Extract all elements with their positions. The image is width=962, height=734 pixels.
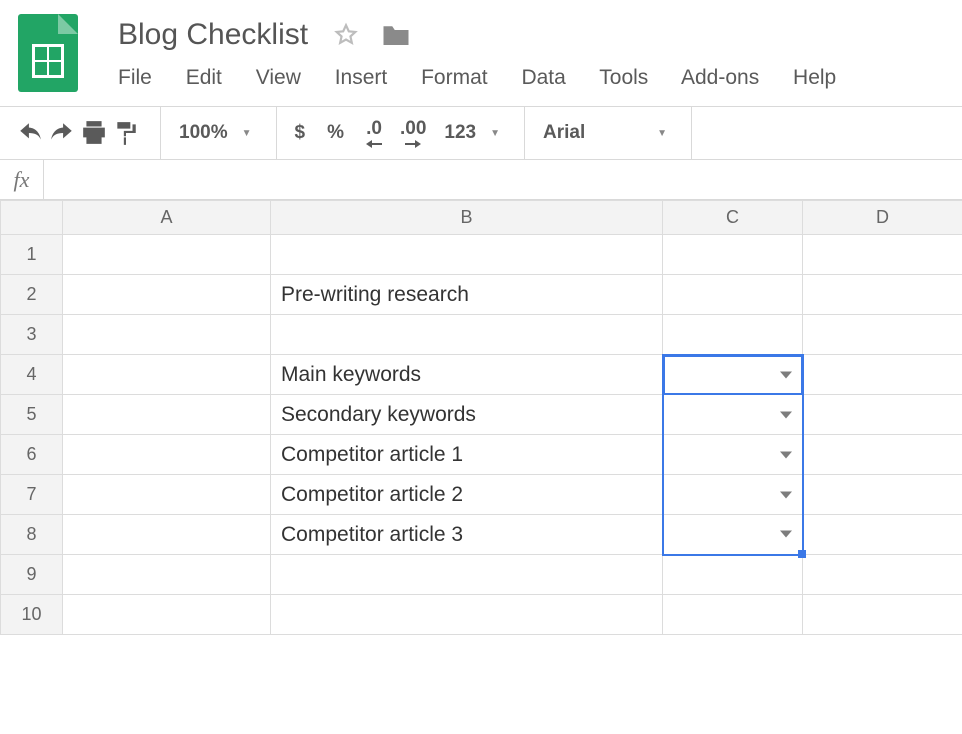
redo-icon[interactable]	[46, 117, 78, 149]
row-header-6[interactable]: 6	[1, 435, 63, 475]
document-title[interactable]: Blog Checklist	[118, 18, 308, 52]
decrease-decimal-button[interactable]: .0	[366, 118, 382, 148]
menu-help[interactable]: Help	[793, 66, 836, 89]
row-header-9[interactable]: 9	[1, 555, 63, 595]
cell-D7[interactable]	[803, 475, 962, 515]
chevron-down-icon: ▼	[490, 128, 500, 139]
dropdown-arrow-icon	[780, 491, 792, 498]
cell-C6-dropdown[interactable]	[663, 435, 803, 475]
cell-A3[interactable]	[63, 315, 271, 355]
row-header-2[interactable]: 2	[1, 275, 63, 315]
cell-B7[interactable]: Competitor article 2	[271, 475, 663, 515]
chevron-down-icon: ▼	[657, 128, 667, 139]
cell-C5-dropdown[interactable]	[663, 395, 803, 435]
number-format-button[interactable]: 123	[444, 122, 476, 144]
cell-B4[interactable]: Main keywords	[271, 355, 663, 395]
col-header-D[interactable]: D	[803, 201, 962, 235]
star-outline-icon[interactable]	[333, 22, 359, 48]
row-header-3[interactable]: 3	[1, 315, 63, 355]
spreadsheet-grid[interactable]: A B C D 1 2 Pre-writing research 3 4 Main…	[0, 200, 962, 635]
menu-tools[interactable]: Tools	[599, 66, 648, 89]
cell-A4[interactable]	[63, 355, 271, 395]
cell-B8[interactable]: Competitor article 3	[271, 515, 663, 555]
row-header-1[interactable]: 1	[1, 235, 63, 275]
cell-D9[interactable]	[803, 555, 962, 595]
cell-B3[interactable]	[271, 315, 663, 355]
currency-button[interactable]: $	[295, 122, 306, 144]
formula-input[interactable]	[44, 161, 962, 199]
cell-C4-dropdown[interactable]	[663, 355, 803, 395]
cell-B5[interactable]: Secondary keywords	[271, 395, 663, 435]
arrow-left-icon	[366, 140, 382, 148]
cell-B9[interactable]	[271, 555, 663, 595]
cell-C2[interactable]	[663, 275, 803, 315]
dropdown-arrow-icon	[780, 451, 792, 458]
increase-decimal-label: .00	[400, 118, 426, 140]
row-header-5[interactable]: 5	[1, 395, 63, 435]
menu-bar: File Edit View Insert Format Data Tools …	[118, 66, 864, 90]
cell-A5[interactable]	[63, 395, 271, 435]
col-header-A[interactable]: A	[63, 201, 271, 235]
cell-B10[interactable]	[271, 595, 663, 635]
cell-D5[interactable]	[803, 395, 962, 435]
cell-A10[interactable]	[63, 595, 271, 635]
cell-D1[interactable]	[803, 235, 962, 275]
menu-file[interactable]: File	[118, 66, 152, 89]
formula-bar: fx	[0, 160, 962, 200]
fx-label: fx	[0, 160, 44, 200]
row-header-10[interactable]: 10	[1, 595, 63, 635]
cell-A7[interactable]	[63, 475, 271, 515]
menu-insert[interactable]: Insert	[335, 66, 388, 89]
decrease-decimal-label: .0	[366, 118, 382, 140]
cell-C7-dropdown[interactable]	[663, 475, 803, 515]
dropdown-arrow-icon	[780, 371, 792, 378]
menu-addons[interactable]: Add-ons	[681, 66, 759, 89]
cell-A6[interactable]	[63, 435, 271, 475]
arrow-right-icon	[405, 140, 421, 148]
undo-icon[interactable]	[14, 117, 46, 149]
row-header-4[interactable]: 4	[1, 355, 63, 395]
dropdown-arrow-icon	[780, 411, 792, 418]
increase-decimal-button[interactable]: .00	[400, 118, 426, 148]
cell-C9[interactable]	[663, 555, 803, 595]
cell-A9[interactable]	[63, 555, 271, 595]
zoom-selector[interactable]: 100%	[179, 122, 228, 144]
toolbar: 100% ▼ $ % .0 .00 123 ▼ Arial ▼	[0, 107, 962, 159]
cell-C1[interactable]	[663, 235, 803, 275]
cell-D4[interactable]	[803, 355, 962, 395]
font-selector[interactable]: Arial	[543, 122, 585, 144]
cell-C3[interactable]	[663, 315, 803, 355]
col-header-C[interactable]: C	[663, 201, 803, 235]
paint-format-icon[interactable]	[110, 117, 142, 149]
cell-C10[interactable]	[663, 595, 803, 635]
menu-view[interactable]: View	[256, 66, 301, 89]
dropdown-arrow-icon	[780, 531, 792, 538]
menu-data[interactable]: Data	[521, 66, 565, 89]
menu-format[interactable]: Format	[421, 66, 488, 89]
cell-B2[interactable]: Pre-writing research	[271, 275, 663, 315]
cell-A2[interactable]	[63, 275, 271, 315]
cell-D10[interactable]	[803, 595, 962, 635]
row-header-8[interactable]: 8	[1, 515, 63, 555]
cell-B6[interactable]: Competitor article 1	[271, 435, 663, 475]
sheets-logo[interactable]	[18, 14, 78, 92]
cell-D3[interactable]	[803, 315, 962, 355]
cell-A8[interactable]	[63, 515, 271, 555]
menu-edit[interactable]: Edit	[186, 66, 222, 89]
cell-B1[interactable]	[271, 235, 663, 275]
chevron-down-icon: ▼	[242, 128, 252, 139]
folder-icon[interactable]	[381, 22, 411, 48]
cell-D6[interactable]	[803, 435, 962, 475]
col-header-B[interactable]: B	[271, 201, 663, 235]
percent-button[interactable]: %	[327, 122, 344, 144]
cell-D2[interactable]	[803, 275, 962, 315]
selection-handle[interactable]	[798, 550, 806, 558]
row-header-7[interactable]: 7	[1, 475, 63, 515]
print-icon[interactable]	[78, 117, 110, 149]
cell-C8-dropdown[interactable]	[663, 515, 803, 555]
select-all-corner[interactable]	[1, 201, 63, 235]
cell-A1[interactable]	[63, 235, 271, 275]
cell-D8[interactable]	[803, 515, 962, 555]
